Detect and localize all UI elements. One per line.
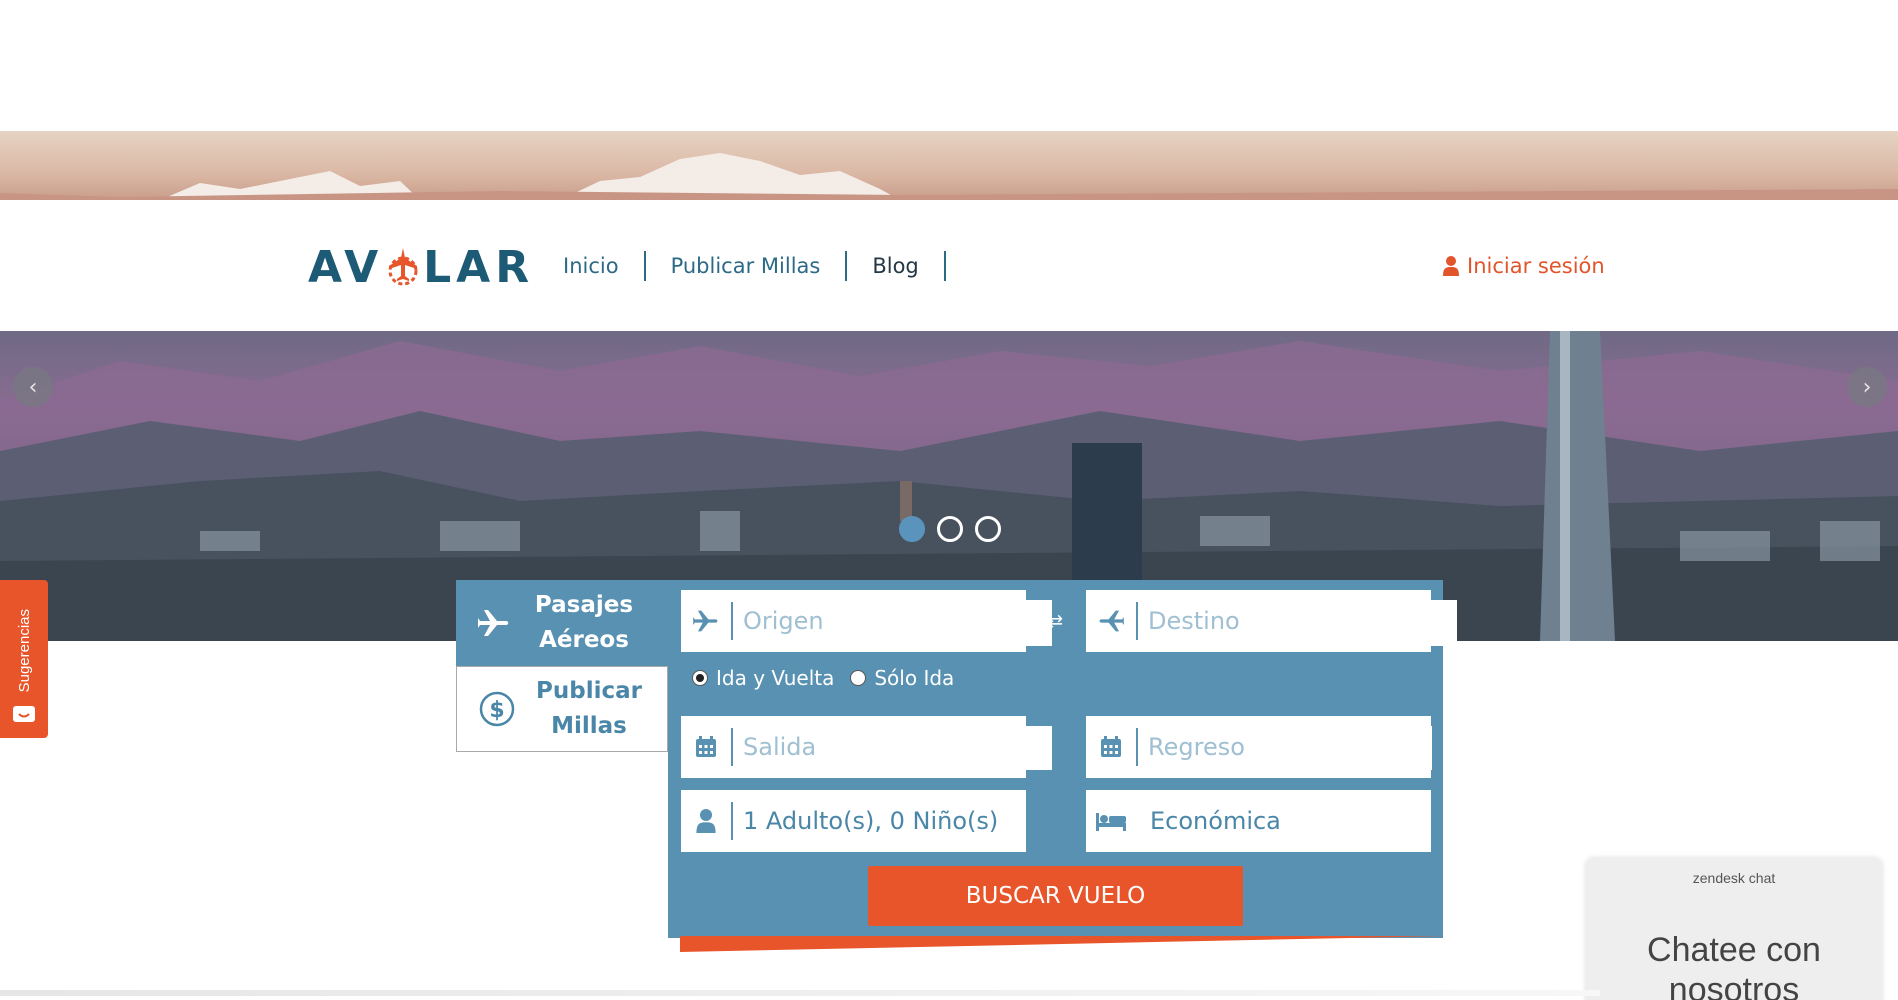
user-icon-passengers [681,790,731,852]
main-nav: Inicio Publicar Millas Blog [538,249,946,283]
carousel-dot-2[interactable] [937,516,963,542]
carousel-dot-3[interactable] [975,516,1001,542]
site-header [0,200,1898,331]
tab-pasajes-aereos[interactable]: Pasajes Aéreos [456,580,668,666]
radio-solo-ida[interactable]: Sólo Ida [850,666,954,690]
cabin-value: Económica [1150,807,1281,835]
carousel-dot-1[interactable] [899,516,925,542]
cabin-select[interactable]: Económica [1086,790,1431,852]
plane-icon [478,610,509,636]
radio-ida-y-vuelta-label: Ida y Vuelta [716,666,835,690]
radio-solo-ida-control[interactable] [850,670,867,686]
plane-arrival-icon [1086,590,1136,652]
sugerencias-tab[interactable]: Sugerencias [0,580,48,738]
dollar-circle-icon: $ [479,691,515,727]
tab-publicar-label: Publicar Millas [536,678,642,739]
logo-plane-icon [383,244,423,290]
tab-pasajes-label: Pasajes Aéreos [534,592,634,653]
bed-icon [1086,790,1136,852]
zendesk-chat-widget[interactable]: zendesk chat Chatee con nosotros [1586,858,1882,1000]
passengers-value: 1 Adulto(s), 0 Niño(s) [743,807,999,835]
radio-solo-ida-label: Sólo Ida [874,666,955,690]
chat-bubble-icon [13,706,35,722]
zendesk-title-line1: Chatee con [1647,931,1821,969]
regreso-field[interactable] [1086,716,1431,778]
zendesk-title-line2: nosotros [1668,971,1800,1000]
calendar-icon [681,716,731,778]
radio-ida-y-vuelta[interactable]: Ida y Vuelta [692,666,834,690]
plane-departure-icon [681,590,731,652]
calendar-icon-return [1086,716,1136,778]
svg-text:$: $ [489,698,504,723]
salida-field[interactable] [681,716,1026,778]
page: AV LAR Inicio Publicar Millas Blog Inici… [0,0,1898,1000]
chevron-left-icon: ‹ [28,374,38,400]
destino-input[interactable] [1138,607,1398,635]
carousel-next-button[interactable]: › [1847,367,1887,407]
zendesk-title: Chatee con nosotros [1586,930,1882,1000]
avolar-logo[interactable]: AV LAR [308,241,535,293]
origen-input[interactable] [733,607,993,635]
buscar-vuelo-button[interactable]: BUSCAR VUELO [868,866,1243,926]
logo-text-left: AV [308,241,384,293]
logo-text-right: LAR [423,241,535,293]
chevron-right-icon: › [1862,374,1872,400]
origen-field[interactable] [681,590,1026,652]
section-divider [0,990,1600,996]
zendesk-brand: zendesk chat [1692,870,1776,886]
nav-item-blog[interactable]: Blog [847,251,946,281]
search-tabs: Pasajes Aéreos $ Publicar Millas [456,580,668,752]
user-icon [1443,256,1459,276]
login-link[interactable]: Iniciar sesión [1443,251,1605,281]
tab-publicar-millas[interactable]: $ Publicar Millas [456,666,668,752]
nav-item-inicio[interactable]: Inicio [538,251,646,281]
destino-field[interactable] [1086,590,1431,652]
login-label: Iniciar sesión [1467,254,1605,278]
top-banner-image [0,131,1898,200]
swap-icon[interactable]: ⇄ [1048,611,1063,632]
sugerencias-label: Sugerencias [15,608,33,692]
carousel-indicators [899,516,1001,542]
panel-accent-shadow [680,936,1444,952]
passengers-field[interactable]: 1 Adulto(s), 0 Niño(s) [681,790,1026,852]
trip-type-radios: Ida y Vuelta Sólo Ida [692,666,954,690]
radio-ida-y-vuelta-control[interactable] [692,670,708,686]
salida-input[interactable] [733,733,993,761]
carousel-prev-button[interactable]: ‹ [13,367,53,407]
regreso-input[interactable] [1138,733,1398,761]
nav-item-publicar-millas[interactable]: Publicar Millas [646,251,848,281]
